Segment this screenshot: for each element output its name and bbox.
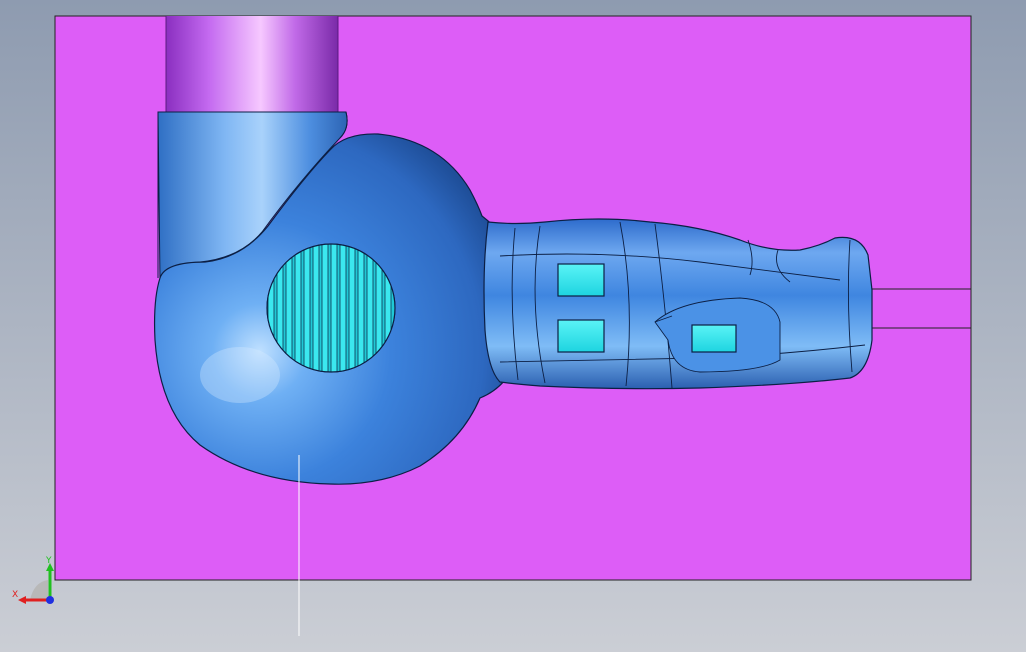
vent-grille[interactable] bbox=[266, 243, 396, 373]
cad-3d-viewport[interactable] bbox=[0, 0, 1026, 652]
insert-window-right[interactable] bbox=[691, 324, 737, 353]
x-axis-label: X bbox=[12, 590, 19, 600]
insert-window-bottom[interactable] bbox=[557, 319, 605, 353]
y-axis-label: Y bbox=[46, 556, 52, 566]
insert-window-top[interactable] bbox=[557, 263, 605, 297]
sprue-pipe[interactable] bbox=[166, 16, 338, 114]
z-axis-dot bbox=[46, 596, 54, 604]
